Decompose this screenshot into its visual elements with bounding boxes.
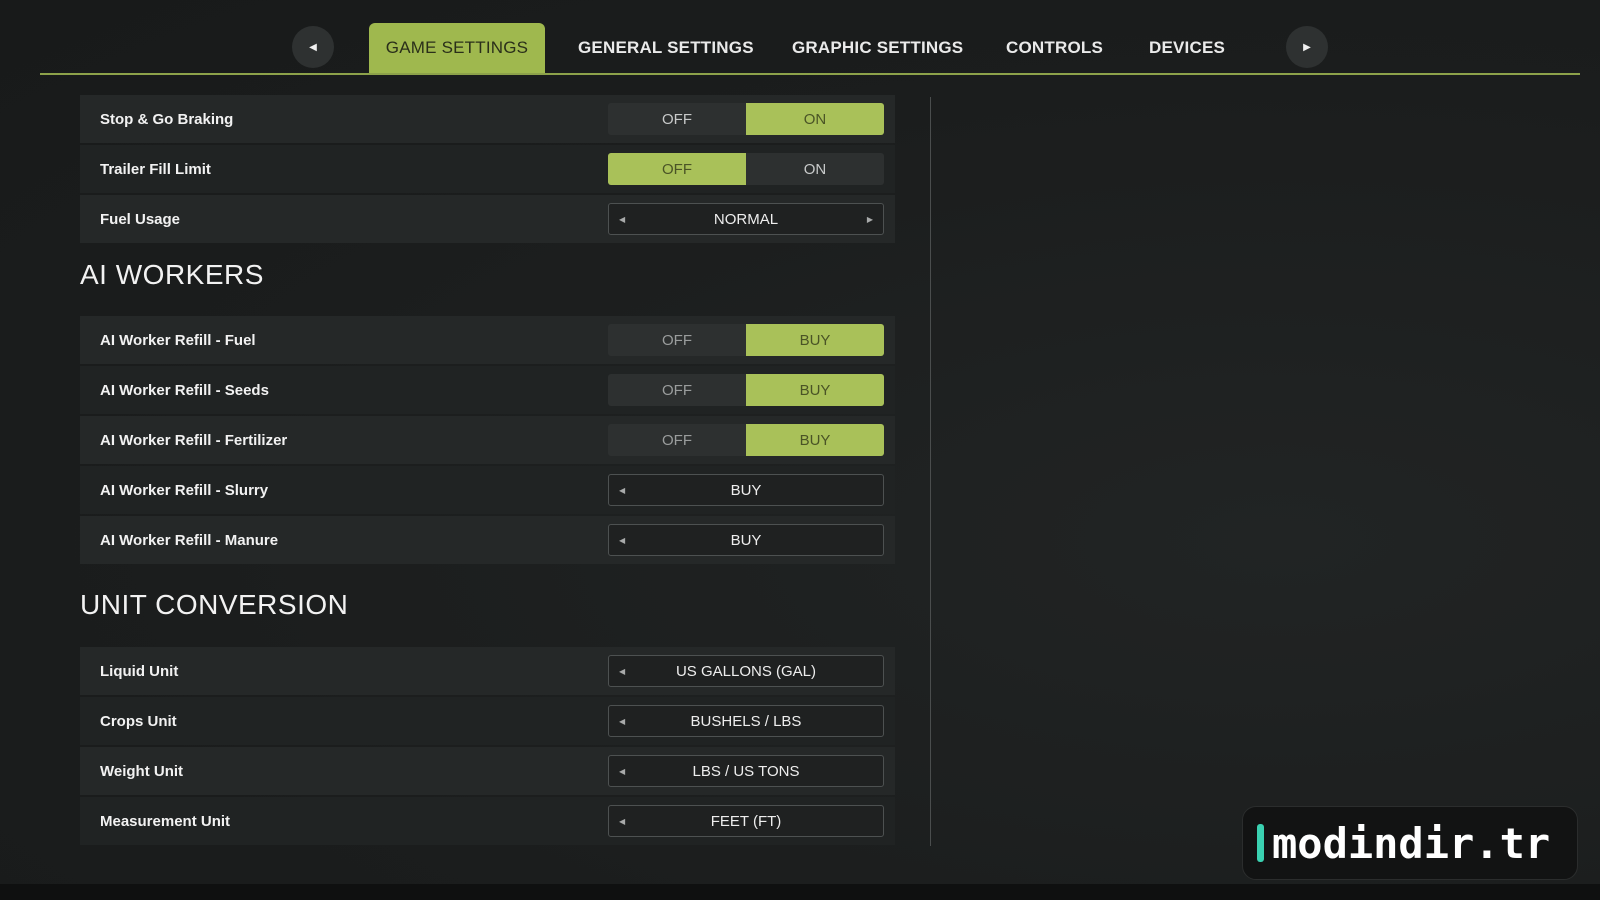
setting-row-ai-refill-seeds: AI Worker Refill - Seeds OFF BUY <box>80 366 895 414</box>
setting-label: AI Worker Refill - Manure <box>100 531 279 549</box>
setting-row-measurement-unit: Measurement Unit ◀ FEET (FT) <box>80 797 895 845</box>
setting-row-ai-refill-slurry: AI Worker Refill - Slurry ◀ BUY <box>80 466 895 514</box>
column-divider <box>930 97 931 846</box>
toggle-option-buy[interactable]: BUY <box>746 324 884 356</box>
stop-go-braking-toggle: OFF ON <box>608 103 884 135</box>
fuel-usage-selector[interactable]: ◀ NORMAL ▶ <box>608 203 884 235</box>
setting-label: AI Worker Refill - Seeds <box>100 381 269 399</box>
tab-controls[interactable]: CONTROLS <box>986 23 1123 73</box>
ai-refill-fuel-toggle: OFF BUY <box>608 324 884 356</box>
tab-devices[interactable]: DEVICES <box>1129 23 1245 73</box>
crops-unit-selector[interactable]: ◀ BUSHELS / LBS <box>608 705 884 737</box>
toggle-option-buy[interactable]: BUY <box>746 424 884 456</box>
ai-refill-manure-selector[interactable]: ◀ BUY <box>608 524 884 556</box>
triangle-right-icon: ▶ <box>1303 41 1311 53</box>
selector-value: BUY <box>730 481 762 499</box>
selector-value: US GALLONS (GAL) <box>675 662 817 680</box>
setting-label: AI Worker Refill - Fertilizer <box>100 431 288 449</box>
setting-label: Trailer Fill Limit <box>100 160 211 178</box>
setting-label: Measurement Unit <box>100 812 231 830</box>
setting-label: AI Worker Refill - Fuel <box>100 331 256 349</box>
setting-row-stop-go-braking: Stop & Go Braking OFF ON <box>80 95 895 143</box>
measurement-unit-selector[interactable]: ◀ FEET (FT) <box>608 805 884 837</box>
setting-row-trailer-fill-limit: Trailer Fill Limit OFF ON <box>80 145 895 193</box>
triangle-left-icon[interactable]: ◀ <box>619 767 625 776</box>
section-title-ai-workers: AI WORKERS <box>80 259 264 290</box>
setting-row-ai-refill-fuel: AI Worker Refill - Fuel OFF BUY <box>80 316 895 364</box>
watermark: modindir.tr <box>1242 806 1578 880</box>
watermark-text: modindir.tr <box>1272 818 1551 868</box>
setting-row-fuel-usage: Fuel Usage ◀ NORMAL ▶ <box>80 195 895 243</box>
setting-label: Fuel Usage <box>100 210 181 228</box>
triangle-left-icon[interactable]: ◀ <box>619 817 625 826</box>
setting-label: Weight Unit <box>100 762 184 780</box>
toggle-option-on[interactable]: ON <box>746 153 884 185</box>
setting-label: Liquid Unit <box>100 662 179 680</box>
setting-row-ai-refill-fertilizer: AI Worker Refill - Fertilizer OFF BUY <box>80 416 895 464</box>
tab-bar: ◀ GAME SETTINGS GENERAL SETTINGS GRAPHIC… <box>40 0 1580 75</box>
settings-screen: ◀ GAME SETTINGS GENERAL SETTINGS GRAPHIC… <box>0 0 1600 900</box>
triangle-left-icon[interactable]: ◀ <box>619 536 625 545</box>
next-tab-button[interactable]: ▶ <box>1286 26 1328 68</box>
setting-row-liquid-unit: Liquid Unit ◀ US GALLONS (GAL) <box>80 647 895 695</box>
section-title-unit-conversion: UNIT CONVERSION <box>80 589 349 620</box>
setting-label: Stop & Go Braking <box>100 110 234 128</box>
ai-refill-fertilizer-toggle: OFF BUY <box>608 424 884 456</box>
tab-graphic-settings[interactable]: GRAPHIC SETTINGS <box>772 23 983 73</box>
setting-label: AI Worker Refill - Slurry <box>100 481 269 499</box>
selector-value: FEET (FT) <box>710 812 782 830</box>
selector-value: LBS / US TONS <box>692 762 800 780</box>
triangle-left-icon: ◀ <box>309 41 317 53</box>
trailer-fill-limit-toggle: OFF ON <box>608 153 884 185</box>
triangle-left-icon[interactable]: ◀ <box>619 215 625 224</box>
triangle-left-icon[interactable]: ◀ <box>619 486 625 495</box>
liquid-unit-selector[interactable]: ◀ US GALLONS (GAL) <box>608 655 884 687</box>
toggle-option-on[interactable]: ON <box>746 103 884 135</box>
prev-tab-button[interactable]: ◀ <box>292 26 334 68</box>
toggle-option-off[interactable]: OFF <box>608 153 746 185</box>
toggle-option-buy[interactable]: BUY <box>746 374 884 406</box>
triangle-left-icon[interactable]: ◀ <box>619 717 625 726</box>
toggle-option-off[interactable]: OFF <box>608 424 746 456</box>
toggle-option-off[interactable]: OFF <box>608 374 746 406</box>
setting-row-crops-unit: Crops Unit ◀ BUSHELS / LBS <box>80 697 895 745</box>
tab-game-settings[interactable]: GAME SETTINGS <box>369 23 545 73</box>
toggle-option-off[interactable]: OFF <box>608 324 746 356</box>
bottom-bar <box>0 884 1600 900</box>
toggle-option-off[interactable]: OFF <box>608 103 746 135</box>
selector-value: BUSHELS / LBS <box>690 712 802 730</box>
ai-refill-slurry-selector[interactable]: ◀ BUY <box>608 474 884 506</box>
selector-value: NORMAL <box>713 210 779 228</box>
weight-unit-selector[interactable]: ◀ LBS / US TONS <box>608 755 884 787</box>
setting-row-ai-refill-manure: AI Worker Refill - Manure ◀ BUY <box>80 516 895 564</box>
setting-row-weight-unit: Weight Unit ◀ LBS / US TONS <box>80 747 895 795</box>
selector-value: BUY <box>730 531 762 549</box>
triangle-left-icon[interactable]: ◀ <box>619 667 625 676</box>
watermark-accent-bar <box>1257 824 1264 862</box>
tab-general-settings[interactable]: GENERAL SETTINGS <box>558 23 774 73</box>
setting-label: Crops Unit <box>100 712 177 730</box>
ai-refill-seeds-toggle: OFF BUY <box>608 374 884 406</box>
triangle-right-icon[interactable]: ▶ <box>867 215 873 224</box>
